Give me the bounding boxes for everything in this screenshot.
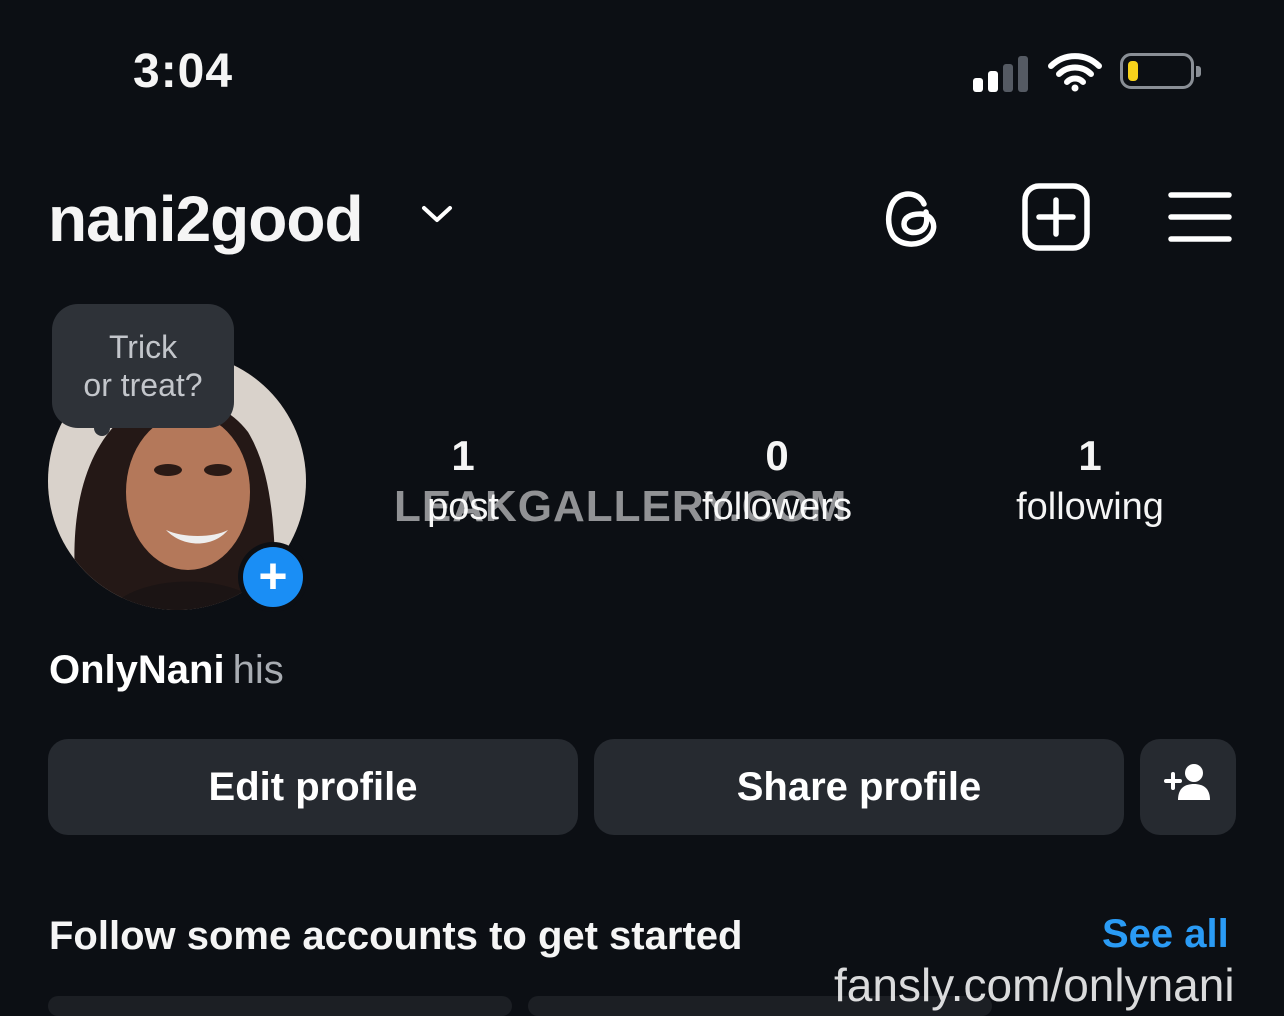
discover-people-button[interactable] <box>1140 739 1236 835</box>
add-story-button[interactable]: + <box>238 542 308 612</box>
pronouns: his <box>232 648 284 692</box>
profile-name-line: OnlyNani his <box>49 648 284 693</box>
watermark-center: LEAKGALLERY.COM <box>394 482 848 531</box>
battery-low-icon <box>1120 53 1201 89</box>
plus-icon: + <box>243 547 303 607</box>
status-time: 3:04 <box>133 45 234 98</box>
wifi-icon <box>1048 52 1102 97</box>
suggestion-card[interactable] <box>48 996 512 1016</box>
cellular-signal-icon <box>973 56 1033 92</box>
note-line-2: or treat? <box>83 367 203 403</box>
share-profile-label: Share profile <box>736 764 982 809</box>
hamburger-menu-icon[interactable] <box>1168 190 1232 249</box>
share-profile-button[interactable]: Share profile <box>594 739 1124 835</box>
threads-icon[interactable] <box>880 184 944 255</box>
see-all-link[interactable]: See all <box>1102 912 1229 957</box>
profile-note-bubble[interactable]: Trick or treat? <box>52 304 234 428</box>
stat-following-count: 1 <box>1078 432 1102 479</box>
edit-profile-button[interactable]: Edit profile <box>48 739 578 835</box>
watermark-bottom: fansly.com/onlynani <box>834 959 1235 1011</box>
edit-profile-label: Edit profile <box>208 764 418 809</box>
plus-square-icon[interactable] <box>1021 182 1091 257</box>
suggestions-title: Follow some accounts to get started <box>49 914 743 958</box>
note-line-1: Trick <box>108 329 178 365</box>
stat-following[interactable]: 1 following <box>990 432 1190 529</box>
stat-posts-count: 1 <box>451 432 475 479</box>
chevron-down-icon[interactable] <box>420 203 454 230</box>
stat-following-label: following <box>1016 486 1164 528</box>
display-name: OnlyNani <box>49 648 225 692</box>
profile-username[interactable]: nani2good <box>48 182 364 256</box>
stat-followers-count: 0 <box>765 432 789 479</box>
add-person-icon <box>1164 762 1212 812</box>
